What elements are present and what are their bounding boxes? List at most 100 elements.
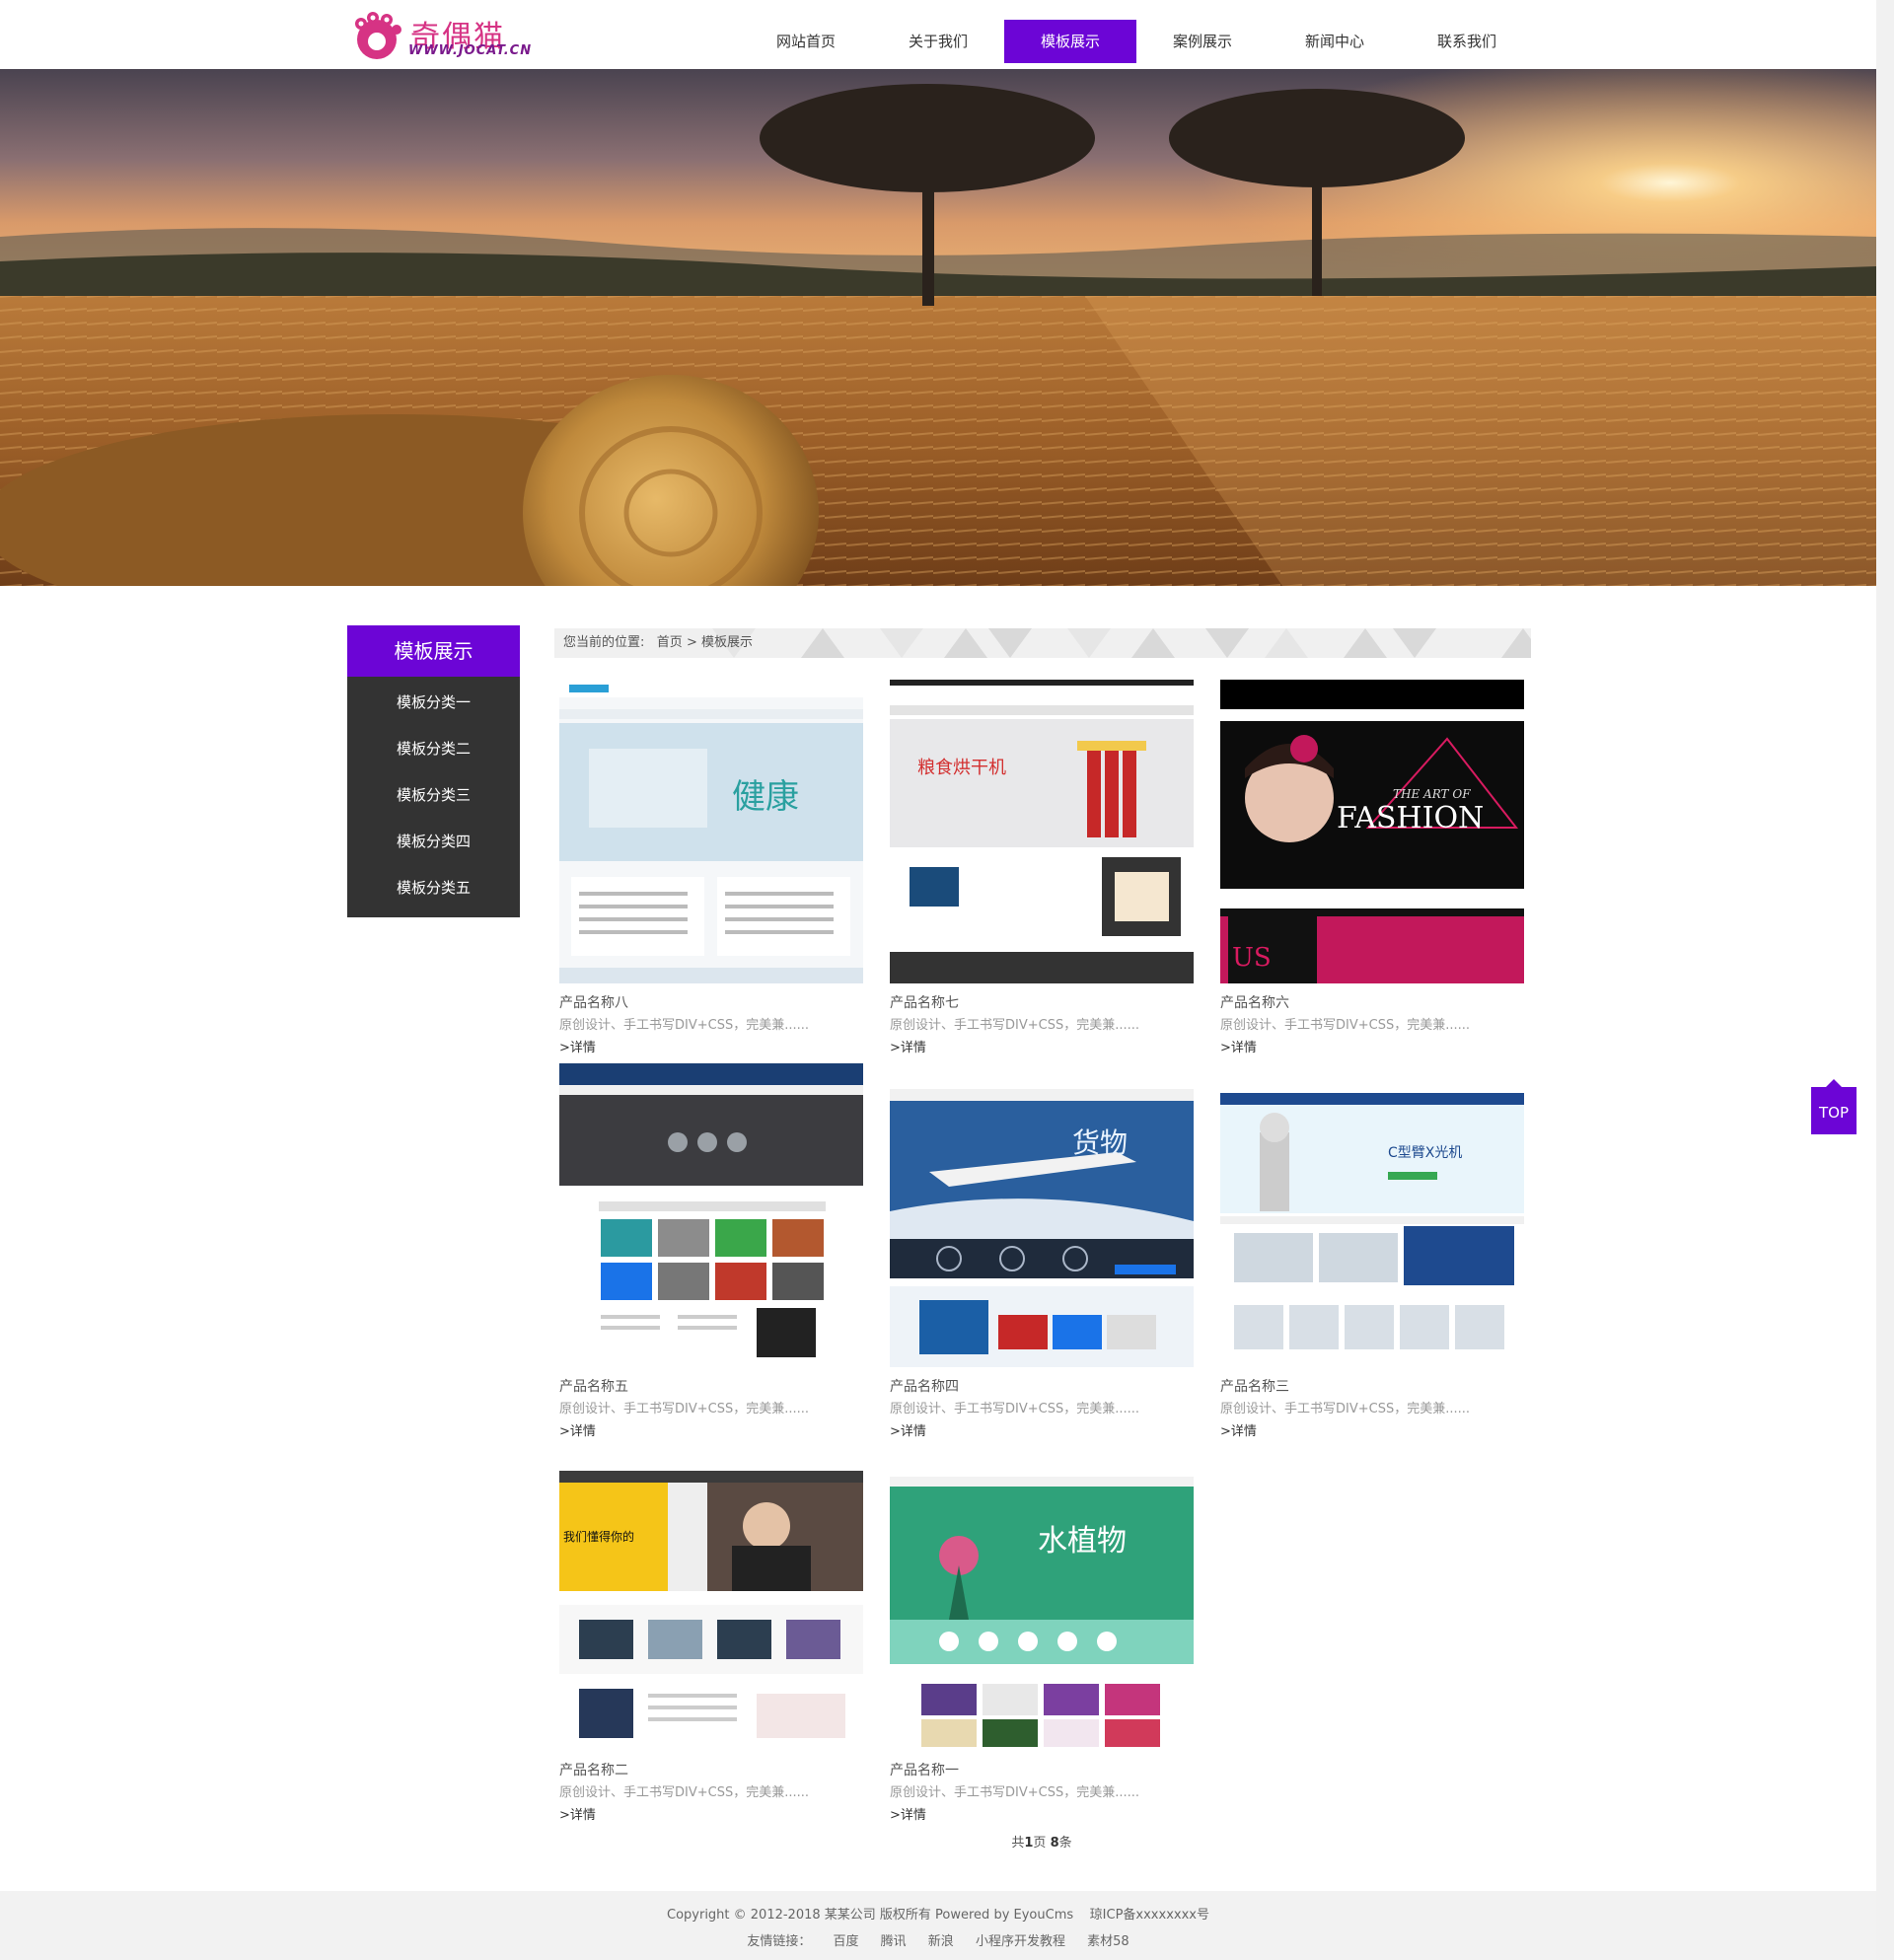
nav-item-contact[interactable]: 联系我们 [1401,20,1533,63]
footer-link-miniprogram[interactable]: 小程序开发教程 [976,1934,1065,1949]
footer-link-sina[interactable]: 新浪 [928,1934,954,1949]
footer-link-baidu[interactable]: 百度 [833,1934,858,1949]
product-thumbnail[interactable]: 货物 [890,1063,1194,1367]
nav-item-cases[interactable]: 案例展示 [1136,20,1269,63]
wheat-field-sunset-image [0,69,1876,586]
product-title[interactable]: 产品名称五 [559,1377,863,1397]
product-detail-link[interactable]: >详情 [890,1806,1194,1826]
footer-link-sucai58[interactable]: 素材58 [1087,1934,1129,1949]
pager-suffix: 条 [1058,1836,1072,1851]
breadcrumb-separator: > [686,635,697,650]
product-thumbnail[interactable]: 粮食烘干机 [890,680,1194,983]
template-preview-image: 货物 [890,1063,1194,1367]
template-preview-image: 我们懂得你的 [559,1447,863,1751]
product-thumbnail[interactable]: 水植物 [890,1447,1194,1751]
breadcrumb-text: 您当前的位置: 首页 > 模板展示 [563,628,753,658]
pager-mid: 页 [1033,1836,1047,1851]
product-description: 原创设计、手工书写DIV+CSS，完美兼...... [1220,1018,1471,1033]
sidebar-item-category-2[interactable]: 模板分类二 [347,726,520,772]
pager-prefix: 共 [1011,1836,1025,1851]
footer-link-tencent[interactable]: 腾讯 [881,1934,907,1949]
footer-copyright-line: Copyright © 2012-2018 某某公司 版权所有 Powered … [0,1904,1876,1923]
sidebar-item-category-5[interactable]: 模板分类五 [347,865,520,911]
footer-links: 友情链接： 百度 腾讯 新浪 小程序开发教程 素材58 [0,1930,1876,1949]
product-detail-link[interactable]: >详情 [1220,1039,1524,1058]
template-preview-image: 水植物 [890,1447,1194,1751]
product-card[interactable]: 我们懂得你的产品名称二原创设计、手工书写DIV+CSS，完美兼...... >详情 [559,1447,863,1826]
nav-item-about[interactable]: 关于我们 [872,20,1004,63]
site-logo[interactable]: 奇偶猫 WWW.JOCAT.CN [347,10,531,61]
cat-paw-icon [355,12,401,59]
product-thumbnail[interactable]: THE ART OF FASHION US [1220,680,1524,983]
svg-text:THE ART OF: THE ART OF [1393,787,1471,801]
product-detail-link[interactable]: >详情 [559,1422,863,1442]
product-description: 原创设计、手工书写DIV+CSS，完美兼...... [1220,1402,1471,1416]
breadcrumb-home-link[interactable]: 首页 [657,635,683,650]
product-description: 原创设计、手工书写DIV+CSS，完美兼...... [559,1402,810,1416]
product-description: 原创设计、手工书写DIV+CSS，完美兼...... [559,1785,810,1800]
template-preview-image [559,1063,863,1367]
svg-text:我们懂得你的: 我们懂得你的 [563,1529,634,1544]
product-card[interactable]: THE ART OF FASHION US 产品名称六原创设计、手工书写DIV+CSS… [1220,680,1524,1058]
footer-icp-link[interactable]: 琼ICP备xxxxxxxx号 [1090,1908,1209,1923]
footer-copyright: Copyright © 2012-2018 某某公司 版权所有 Powered … [667,1908,1074,1923]
product-title[interactable]: 产品名称二 [559,1761,863,1780]
sidebar-list: 模板分类一 模板分类二 模板分类三 模板分类四 模板分类五 [347,677,520,917]
product-card[interactable]: 水植物产品名称一原创设计、手工书写DIV+CSS，完美兼...... >详情 [890,1447,1194,1826]
product-card[interactable]: C型臂X光机产品名称三原创设计、手工书写DIV+CSS，完美兼...... >详情 [1220,1063,1524,1442]
product-thumbnail[interactable]: 健康 [559,680,863,983]
nav-item-templates[interactable]: 模板展示 [1004,20,1136,63]
product-detail-link[interactable]: >详情 [890,1422,1194,1442]
product-description: 原创设计、手工书写DIV+CSS，完美兼...... [559,1018,810,1033]
product-description: 原创设计、手工书写DIV+CSS，完美兼...... [890,1785,1140,1800]
template-preview-image: C型臂X光机 [1220,1063,1524,1367]
template-preview-image: 粮食烘干机 [890,680,1194,983]
footer-links-label: 友情链接： [747,1934,812,1949]
svg-text:FASHION: FASHION [1337,801,1484,835]
product-description: 原创设计、手工书写DIV+CSS，完美兼...... [890,1402,1140,1416]
product-detail-link[interactable]: >详情 [1220,1422,1524,1442]
template-preview-image: 健康 [559,680,863,983]
logo-url-text: WWW.JOCAT.CN [408,43,533,58]
svg-text:C型臂X光机: C型臂X光机 [1388,1145,1462,1161]
product-description: 原创设计、手工书写DIV+CSS，完美兼...... [890,1018,1140,1033]
svg-text:水植物: 水植物 [1038,1524,1127,1559]
category-sidebar: 模板展示 模板分类一 模板分类二 模板分类三 模板分类四 模板分类五 [347,625,520,917]
sidebar-title: 模板展示 [347,625,520,677]
svg-text:US: US [1232,943,1272,973]
product-detail-link[interactable]: >详情 [559,1039,863,1058]
sidebar-item-category-3[interactable]: 模板分类三 [347,772,520,819]
product-title[interactable]: 产品名称一 [890,1761,1194,1780]
svg-text:健康: 健康 [732,777,799,817]
page-scrollbar[interactable] [1876,0,1894,1960]
sidebar-item-category-4[interactable]: 模板分类四 [347,819,520,865]
product-detail-link[interactable]: >详情 [890,1039,1194,1058]
product-card[interactable]: 粮食烘干机产品名称七原创设计、手工书写DIV+CSS，完美兼...... >详情 [890,680,1194,1058]
svg-text:货物: 货物 [1072,1126,1128,1159]
template-preview-image: THE ART OFFASHION US [1220,680,1524,983]
page: 奇偶猫 WWW.JOCAT.CN 网站首页 关于我们 模板展示 案例展示 新闻中… [0,0,1876,1960]
pager-count: 8 [1050,1836,1059,1851]
breadcrumb-prefix: 您当前的位置: [563,635,645,650]
hero-banner [0,69,1876,586]
product-detail-link[interactable]: >详情 [559,1806,863,1826]
sidebar-item-category-1[interactable]: 模板分类一 [347,680,520,726]
nav-item-home[interactable]: 网站首页 [740,20,872,63]
product-card[interactable]: 产品名称五原创设计、手工书写DIV+CSS，完美兼...... >详情 [559,1063,863,1442]
product-title[interactable]: 产品名称三 [1220,1377,1524,1397]
pagination-summary: 共1页 8条 [0,1832,1894,1851]
site-header: 奇偶猫 WWW.JOCAT.CN 网站首页 关于我们 模板展示 案例展示 新闻中… [0,0,1876,69]
product-title[interactable]: 产品名称六 [1220,993,1524,1013]
nav-item-news[interactable]: 新闻中心 [1269,20,1401,63]
product-thumbnail[interactable]: C型臂X光机 [1220,1063,1524,1367]
product-card[interactable]: 货物产品名称四原创设计、手工书写DIV+CSS，完美兼...... >详情 [890,1063,1194,1442]
product-thumbnail[interactable]: 我们懂得你的 [559,1447,863,1751]
breadcrumb-current[interactable]: 模板展示 [701,635,753,650]
product-thumbnail[interactable] [559,1063,863,1367]
product-card[interactable]: 健康产品名称八原创设计、手工书写DIV+CSS，完美兼...... >详情 [559,680,863,1058]
product-title[interactable]: 产品名称七 [890,993,1194,1013]
product-title[interactable]: 产品名称四 [890,1377,1194,1397]
site-footer: Copyright © 2012-2018 某某公司 版权所有 Powered … [0,1891,1876,1960]
back-to-top-button[interactable]: TOP [1811,1079,1857,1134]
product-title[interactable]: 产品名称八 [559,993,863,1013]
